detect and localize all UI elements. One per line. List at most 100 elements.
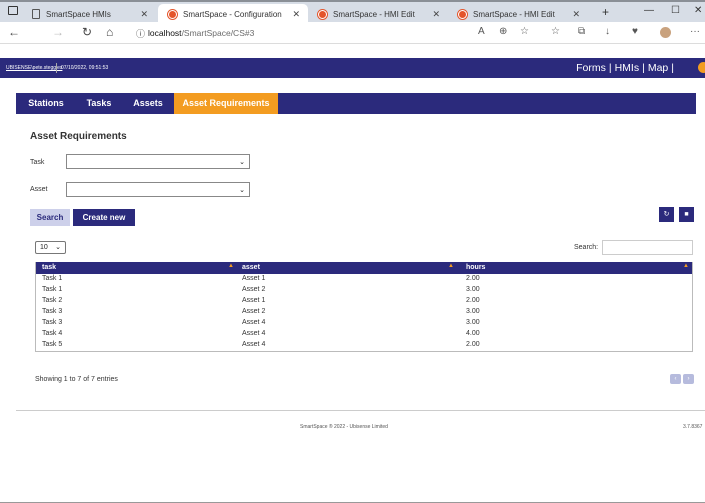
sort-icon[interactable]: ▲ — [448, 263, 454, 269]
cell-task: Task 1 — [42, 286, 63, 293]
map-link[interactable]: Map — [648, 62, 668, 74]
next-page-button[interactable]: › — [683, 374, 694, 384]
table-row[interactable]: Task 5 Asset 4 2.00 — [36, 340, 692, 351]
minimize-button[interactable]: — — [644, 5, 654, 16]
close-tab-icon[interactable]: ✕ — [572, 9, 580, 20]
datetime: 07/10/2022, 09:51:53 — [61, 65, 109, 71]
cell-asset: Asset 2 — [242, 286, 266, 293]
cell-task: Task 3 — [42, 319, 63, 326]
cell-asset: Asset 4 — [242, 330, 266, 337]
table-row[interactable]: Task 1 Asset 1 2.00 — [36, 274, 692, 285]
page-length-value: 10 — [40, 244, 48, 251]
favorites-icon[interactable]: ☆ — [551, 26, 560, 37]
divider: | — [642, 62, 645, 74]
zoom-icon[interactable]: ⊕ — [499, 26, 507, 37]
forward-icon[interactable]: → — [52, 25, 64, 39]
task-label: Task — [30, 159, 45, 166]
tab-hmi-edit-2[interactable]: SmartSpace - HMI Edit ✕ — [448, 4, 588, 24]
previous-page-button[interactable]: ‹ — [670, 374, 681, 384]
read-aloud-icon[interactable]: A — [478, 26, 485, 37]
url-field[interactable]: localhost/SmartSpace/CS#3 — [148, 28, 254, 38]
nav-asset-requirements[interactable]: Asset Requirements — [174, 93, 278, 114]
extension-icon[interactable]: ♥ — [632, 26, 638, 37]
tab-hmi-edit-1[interactable]: SmartSpace - HMI Edit ✕ — [308, 4, 448, 24]
cell-task: Task 3 — [42, 308, 63, 315]
chevron-down-icon: ⌄ — [239, 187, 245, 194]
nav-tasks[interactable]: Tasks — [76, 93, 122, 114]
save-icon[interactable]: ■ — [679, 207, 694, 222]
table-row[interactable]: Task 3 Asset 2 3.00 — [36, 307, 692, 318]
tab-smartspace-hmis[interactable]: SmartSpace HMIs ✕ — [26, 4, 156, 24]
table-row[interactable]: Task 4 Asset 4 4.00 — [36, 329, 692, 340]
refresh-icon[interactable]: ↻ — [659, 207, 674, 222]
header-links: Forms | HMIs | Map | — [576, 62, 677, 74]
profile-avatar[interactable] — [660, 27, 671, 38]
column-header-asset[interactable]: asset — [242, 264, 260, 271]
new-tab-button[interactable]: + — [602, 5, 609, 19]
table-row[interactable]: Task 3 Asset 4 3.00 — [36, 318, 692, 329]
smartspace-favicon-icon — [168, 9, 177, 19]
table-row[interactable]: Task 1 Asset 2 3.00 — [36, 285, 692, 296]
tab-configuration[interactable]: SmartSpace - Configuration ✕ — [158, 4, 308, 24]
cell-asset: Asset 1 — [242, 297, 266, 304]
nav-stations[interactable]: Stations — [16, 93, 76, 114]
cell-hours: 3.00 — [466, 286, 480, 293]
close-tab-icon[interactable]: ✕ — [432, 9, 440, 20]
address-bar-row: ← → ↻ ⌂ ⓘ localhost/SmartSpace/CS#3 A ⊕ … — [0, 22, 705, 44]
settings-menu-icon[interactable]: ··· — [690, 26, 700, 37]
site-info-icon[interactable]: ⓘ — [136, 27, 145, 40]
divider: | — [608, 62, 612, 74]
close-tab-icon[interactable]: ✕ — [140, 9, 148, 20]
divider: | — [671, 62, 674, 74]
column-header-hours[interactable]: hours — [466, 264, 485, 271]
forms-link[interactable]: Forms — [576, 62, 606, 74]
collections-icon[interactable]: ⧉ — [578, 26, 585, 37]
copyright: SmartSpace ® 2022 - Ubisense Limited — [300, 424, 388, 430]
table-info: Showing 1 to 7 of 7 entries — [35, 376, 118, 383]
search-button[interactable]: Search — [30, 209, 70, 226]
task-select[interactable]: ⌄ — [66, 154, 250, 169]
page-title: Asset Requirements — [30, 131, 127, 142]
version: 3.7.8367 — [683, 424, 703, 430]
table-search-label: Search: — [574, 244, 599, 251]
cell-hours: 3.00 — [466, 308, 480, 315]
cell-hours: 2.00 — [466, 341, 480, 348]
cell-asset: Asset 4 — [242, 341, 266, 348]
cell-hours: 2.00 — [466, 275, 480, 282]
hmis-link[interactable]: HMIs — [615, 62, 640, 74]
close-tab-icon[interactable]: ✕ — [292, 9, 300, 20]
cell-task: Task 5 — [42, 341, 63, 348]
maximize-button[interactable]: ☐ — [671, 5, 680, 16]
divider — [56, 63, 57, 73]
asset-requirements-table: task ▲ asset ▲ hours ▲ Task 1 Asset 1 2.00… — [35, 262, 693, 352]
sort-icon[interactable]: ▲ — [683, 263, 689, 269]
close-window-button[interactable]: ✕ — [694, 5, 702, 16]
cell-task: Task 1 — [42, 275, 63, 282]
ubisense-logo-icon — [698, 62, 705, 73]
back-icon[interactable]: ← — [8, 25, 20, 39]
cell-hours: 4.00 — [466, 330, 480, 337]
tab-actions-icon[interactable] — [8, 6, 18, 15]
user-link[interactable]: UBISENSE\pete.steggles — [6, 65, 62, 71]
create-new-button[interactable]: Create new — [73, 209, 135, 226]
table-search-input[interactable] — [602, 240, 693, 255]
tab-label: SmartSpace - HMI Edit — [333, 9, 415, 19]
home-icon[interactable]: ⌂ — [106, 25, 113, 39]
downloads-icon[interactable]: ↓ — [605, 26, 610, 37]
nav-assets[interactable]: Assets — [122, 93, 174, 114]
asset-label: Asset — [30, 186, 48, 193]
table-row[interactable]: Task 2 Asset 1 2.00 — [36, 296, 692, 307]
cell-hours: 2.00 — [466, 297, 480, 304]
chevron-down-icon: ⌄ — [55, 244, 61, 251]
cell-hours: 3.00 — [466, 319, 480, 326]
url-path: /SmartSpace/CS#3 — [181, 28, 255, 38]
favorite-icon[interactable]: ☆ — [520, 26, 529, 37]
sort-icon[interactable]: ▲ — [228, 263, 234, 269]
chevron-down-icon: ⌄ — [239, 159, 245, 166]
asset-select[interactable]: ⌄ — [66, 182, 250, 197]
cell-task: Task 4 — [42, 330, 63, 337]
page-length-select[interactable]: 10 ⌄ — [35, 241, 66, 254]
tab-label: SmartSpace HMIs — [46, 9, 111, 19]
reload-icon[interactable]: ↻ — [82, 25, 92, 39]
column-header-task[interactable]: task — [42, 264, 56, 271]
